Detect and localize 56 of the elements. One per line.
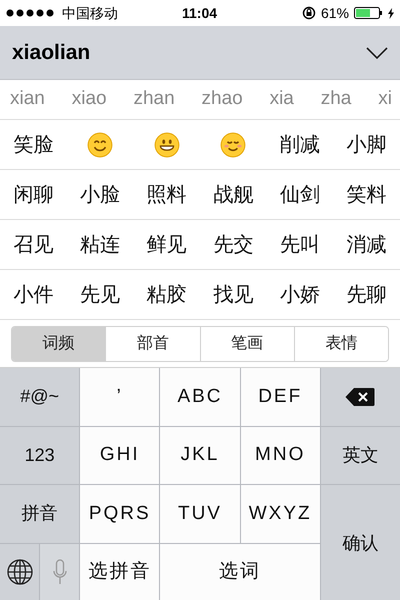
charging-bolt-icon — [388, 8, 394, 18]
candidate-word[interactable]: 小娇 — [280, 280, 320, 310]
keyboard-key[interactable]: 确认 — [320, 485, 400, 600]
filter-tab[interactable]: 表情 — [294, 326, 388, 360]
candidate-word[interactable]: 先见 — [80, 280, 120, 310]
backspace-icon — [345, 386, 376, 407]
keyboard-key[interactable]: ’ — [80, 368, 160, 426]
keyboard-key[interactable]: MNO — [240, 426, 320, 484]
candidate-word[interactable]: 召见 — [13, 230, 54, 260]
candidate-word[interactable]: 先交 — [213, 230, 254, 260]
backspace-key[interactable] — [320, 368, 400, 426]
filter-tab[interactable]: 词频 — [12, 326, 106, 360]
candidate-word[interactable]: 笑料 — [346, 180, 387, 210]
microphone-icon — [52, 559, 67, 586]
keyboard-key[interactable]: ABC — [160, 368, 240, 426]
keyboard-key[interactable]: 选拼音 — [80, 544, 160, 600]
candidate-word[interactable]: 笑脸 — [13, 130, 54, 160]
candidate-word[interactable]: 粘胶 — [146, 280, 187, 310]
rotation-lock-icon — [302, 6, 316, 20]
keyboard-key[interactable]: TUV — [160, 485, 240, 542]
keyboard-key[interactable]: #@~ — [0, 368, 80, 426]
candidate-word[interactable]: 找见 — [213, 280, 254, 310]
globe-key[interactable] — [0, 544, 40, 600]
smiling-face-icon[interactable] — [86, 132, 113, 158]
battery-icon — [354, 7, 383, 19]
keyboard-key[interactable]: WXYZ — [240, 485, 320, 542]
candidate-word[interactable]: 消减 — [346, 230, 387, 260]
candidate-word[interactable]: 先聊 — [346, 280, 387, 310]
blushing-face-icon[interactable] — [220, 132, 246, 158]
candidate-word[interactable]: 鲜见 — [146, 230, 187, 260]
candidate-word[interactable]: 小脚 — [346, 130, 387, 160]
clock-time: 11:04 — [182, 4, 218, 22]
globe-icon — [6, 559, 33, 586]
candidate-word[interactable]: 照料 — [146, 180, 187, 210]
composition-text: xiaolian — [12, 40, 90, 66]
candidate-word[interactable]: 仙剑 — [280, 180, 320, 210]
candidate-word[interactable]: 小件 — [13, 280, 54, 310]
candidate-word[interactable]: 削减 — [280, 130, 320, 160]
keyboard-key[interactable]: GHI — [80, 426, 160, 484]
keyboard-key[interactable]: JKL — [160, 426, 240, 484]
keyboard-key[interactable]: 选词 — [160, 544, 320, 600]
candidate-word[interactable]: 粘连 — [80, 230, 120, 260]
battery-percent: 61% — [320, 4, 349, 22]
candidate-word[interactable]: 战舰 — [213, 180, 254, 210]
keyboard-key[interactable]: 123 — [0, 426, 80, 484]
carrier-name: 中国移动 — [62, 4, 118, 22]
keyboard-key[interactable]: PQRS — [80, 485, 160, 542]
chevron-down-icon[interactable] — [366, 46, 388, 58]
grinning-face-icon[interactable] — [154, 132, 180, 158]
keyboard-key[interactable]: 英文 — [320, 426, 400, 484]
candidate-word[interactable]: 闲聊 — [13, 180, 54, 210]
keyboard-key[interactable]: 拼音 — [0, 485, 80, 542]
candidate-word[interactable]: 小脸 — [80, 180, 120, 210]
signal-icon — [6, 9, 56, 17]
candidate-word[interactable]: 先叫 — [280, 230, 320, 260]
keyboard-key[interactable]: DEF — [240, 368, 320, 426]
